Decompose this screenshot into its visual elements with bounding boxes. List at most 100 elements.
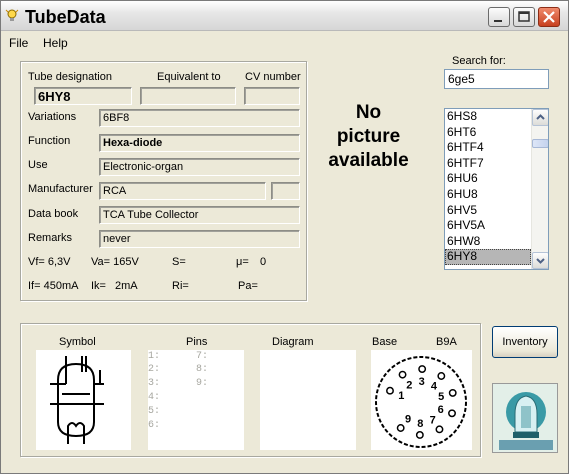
no-picture-line3: available <box>328 150 409 171</box>
base-pinout-icon: 12 3 456789 <box>375 356 467 448</box>
tube-list-item[interactable]: 6HTF7 <box>445 156 531 172</box>
vf-value: Vf= 6,3V <box>28 256 71 268</box>
lightbulb-icon <box>5 9 19 21</box>
tube-list-item[interactable]: 6HT6 <box>445 125 531 141</box>
va-value: Va= 165V <box>91 256 139 268</box>
diagram-label: Diagram <box>272 336 314 348</box>
maximize-button[interactable] <box>513 7 535 27</box>
base-pin-number: 4 <box>431 380 438 392</box>
base-pin-hole <box>418 365 427 373</box>
no-picture-message: No picture available <box>316 101 421 173</box>
tube-list-item[interactable]: 6HY8 <box>445 249 531 265</box>
use-label: Use <box>28 159 48 171</box>
menu-file[interactable]: File <box>9 36 28 50</box>
base-pin-hole <box>435 425 444 434</box>
tube-list-item[interactable]: 6HTF4 <box>445 140 531 156</box>
pin-4-label: 4: <box>148 392 161 403</box>
pa-value: Pa= <box>238 280 258 292</box>
window-title: TubeData <box>25 7 106 27</box>
variations-field[interactable]: 6BF8 <box>99 109 300 127</box>
base-pin-number: 1 <box>398 390 404 402</box>
close-icon <box>543 11 555 23</box>
tube-list-item[interactable]: 6HV5A <box>445 218 531 234</box>
symbol-panel <box>36 350 131 450</box>
tube-list-item[interactable]: 6HV5 <box>445 203 531 219</box>
diagram-panel <box>260 350 356 450</box>
base-pin-number: 7 <box>430 414 436 426</box>
function-label: Function <box>28 135 71 147</box>
equivalent-label: Equivalent to <box>157 71 221 83</box>
ik-value: 2mA <box>115 280 138 292</box>
remarks-field[interactable]: never <box>99 230 300 248</box>
tube-list-item[interactable]: 6HU6 <box>445 171 531 187</box>
pins-panel: 1: 2: 3: 4: 5: 6: 7: 8: 9: <box>148 350 244 450</box>
close-button[interactable] <box>538 7 560 27</box>
no-picture-line1: No <box>355 102 382 123</box>
variations-label: Variations <box>28 111 77 123</box>
pin-3-label: 3: <box>148 378 161 389</box>
scroll-down-button[interactable] <box>532 252 548 269</box>
menu-help[interactable]: Help <box>43 36 68 50</box>
pin-7-label: 7: <box>196 351 209 362</box>
base-pin-hole <box>396 424 405 432</box>
base-pin-hole <box>448 409 456 418</box>
remarks-label: Remarks <box>28 232 73 244</box>
pin-9-label: 9: <box>196 378 209 389</box>
tube-symbol-icon <box>50 356 104 444</box>
base-pin-hole <box>386 386 394 395</box>
if-value: If= 450mA <box>28 280 79 292</box>
base-pin-hole <box>448 388 457 397</box>
databook-field[interactable]: TCA Tube Collector <box>99 206 300 224</box>
use-field[interactable]: Electronic-organ <box>99 158 300 176</box>
manufacturer-field[interactable]: RCA <box>99 182 266 200</box>
cv-number-field[interactable] <box>244 87 300 105</box>
base-pin-hole <box>415 431 424 439</box>
search-input[interactable]: 6ge5 <box>444 69 549 89</box>
tube-logo <box>492 383 558 453</box>
databook-label: Data book <box>28 208 79 220</box>
manufacturer-extra-field[interactable] <box>271 182 300 200</box>
pins-label: Pins <box>186 336 208 348</box>
manufacturer-label: Manufacturer <box>28 183 93 195</box>
tube-list-item[interactable]: 6HS8 <box>445 109 531 125</box>
tube-listbox[interactable]: 6HS8 6HT6 6HTF4 6HTF7 6HU6 6HU8 6HV5 6HV5A 6HW8 6… <box>444 108 549 270</box>
symbol-label: Symbol <box>59 336 96 348</box>
base-label: Base <box>372 336 398 348</box>
function-field[interactable]: Hexa-diode <box>99 134 300 152</box>
base-pin-number: 3 <box>419 376 425 388</box>
scroll-up-button[interactable] <box>532 109 548 126</box>
tube-list-item[interactable]: 6HU8 <box>445 187 531 203</box>
list-scrollbar[interactable] <box>531 109 548 269</box>
base-pin-number: 6 <box>438 404 444 416</box>
pin-6-label: 6: <box>148 420 161 431</box>
base-pin-number: 8 <box>417 418 423 430</box>
title-bar[interactable]: TubeData <box>1 1 568 31</box>
chevron-down-icon <box>536 258 545 264</box>
mu-label: μ= <box>236 256 249 268</box>
pin-8-label: 8: <box>196 364 209 375</box>
designation-field[interactable]: 6HY8 <box>34 87 132 105</box>
base-pin-hole <box>437 372 446 380</box>
pin-5-label: 5: <box>148 406 161 417</box>
maximize-icon <box>518 11 530 22</box>
main-window: TubeData File Help Tube designation Equi… <box>0 0 569 474</box>
equivalent-field[interactable] <box>140 87 236 105</box>
inventory-button[interactable]: Inventory <box>492 326 558 358</box>
ik-label: Ik= <box>91 280 106 292</box>
ri-value: Ri= <box>172 280 189 292</box>
tube-list-item[interactable]: 6HW8 <box>445 234 531 250</box>
chevron-up-icon <box>536 114 545 120</box>
minimize-button[interactable] <box>488 7 510 27</box>
s-value: S= <box>172 256 186 268</box>
scroll-thumb[interactable] <box>532 139 548 148</box>
base-pin-number: 5 <box>438 391 444 403</box>
base-panel: 123456789 <box>371 350 472 450</box>
base-pin-number: 9 <box>405 414 411 426</box>
designation-label: Tube designation <box>28 71 112 83</box>
base-pin-hole <box>398 370 407 379</box>
tube-logo-icon <box>493 384 557 452</box>
menu-bar: File Help <box>1 32 568 52</box>
mu-value: 0 <box>260 256 267 268</box>
pin-2-label: 2: <box>148 364 161 375</box>
minimize-icon <box>494 20 502 22</box>
